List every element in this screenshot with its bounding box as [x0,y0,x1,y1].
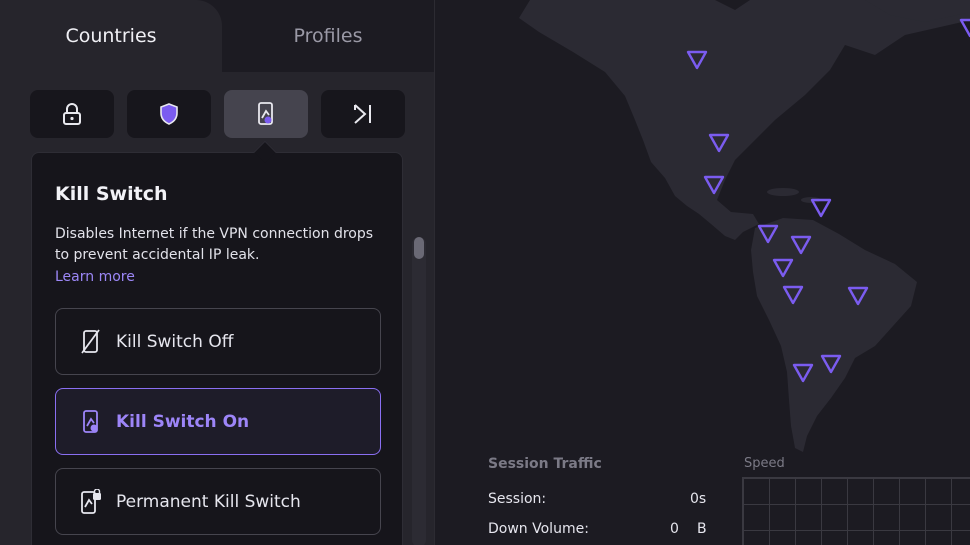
session-value: 0s [690,491,707,507]
map-area: Session Traffic Session: 0s Down Volume:… [434,0,970,545]
permanent-kill-switch-icon [80,488,102,515]
kill-switch-on-option[interactable]: Kill Switch On [55,388,381,455]
server-marker[interactable] [810,198,832,218]
permanent-kill-switch-label: Permanent Kill Switch [116,491,301,512]
speed-title: Speed [744,456,785,471]
server-marker[interactable] [782,285,804,305]
server-marker[interactable] [772,258,794,278]
down-volume-value: 0 [670,521,679,537]
port-forwarding-button[interactable] [321,90,405,138]
kill-switch-off-option[interactable]: Kill Switch Off [55,308,381,375]
server-marker[interactable] [708,133,730,153]
tab-profiles[interactable]: Profiles [222,0,434,72]
netshield-button[interactable] [127,90,211,138]
shield-icon [158,102,180,126]
tab-countries[interactable]: Countries [0,0,222,72]
server-marker[interactable] [847,286,869,306]
down-volume-label: Down Volume: [488,521,589,537]
down-volume-unit: B [697,521,707,537]
kill-switch-on-label: Kill Switch On [116,411,250,432]
server-marker[interactable] [686,50,708,70]
kill-switch-on-icon [80,409,102,435]
secure-core-button[interactable] [30,90,114,138]
server-marker[interactable] [820,354,842,374]
server-marker[interactable] [757,224,779,244]
session-traffic-title: Session Traffic [488,456,602,472]
server-marker[interactable] [959,18,970,38]
scrollbar-track[interactable] [412,237,426,545]
speed-graph [742,477,970,545]
session-label: Session: [488,491,547,507]
kill-switch-off-icon [80,328,102,355]
kill-switch-icon [255,101,277,127]
lock-icon [61,102,83,126]
server-marker[interactable] [703,175,725,195]
exit-arrow-icon [352,102,374,126]
learn-more-link[interactable]: Learn more [55,269,135,285]
kill-switch-off-label: Kill Switch Off [116,331,234,352]
server-marker[interactable] [790,235,812,255]
popover-description: Disables Internet if the VPN connection … [55,226,374,263]
kill-switch-button[interactable] [224,90,308,138]
tab-bar: Countries Profiles [0,0,434,72]
kill-switch-popover: Kill Switch Disables Internet if the VPN… [31,152,403,545]
permanent-kill-switch-option[interactable]: Permanent Kill Switch [55,468,381,535]
popover-title: Kill Switch [55,183,168,205]
feature-toolbar [30,90,406,138]
left-panel: Countries Profiles Kill Switch Disables … [0,0,434,545]
server-marker[interactable] [792,363,814,383]
scrollbar-thumb[interactable] [414,237,424,259]
